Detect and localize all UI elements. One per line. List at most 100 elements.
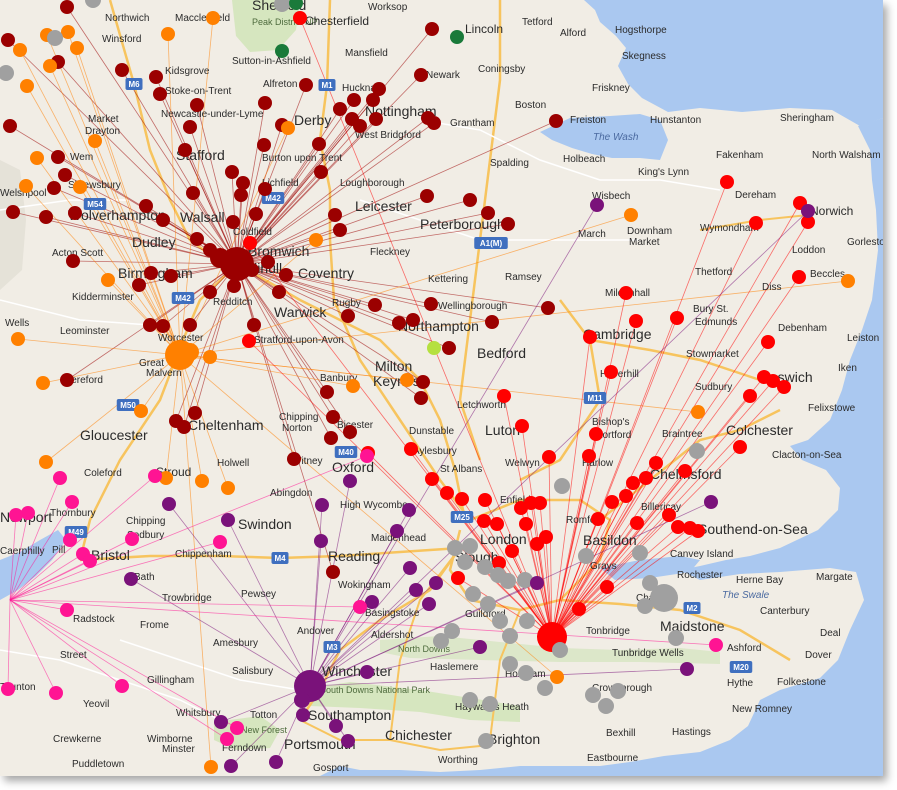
location-marker[interactable] — [47, 30, 63, 46]
location-marker[interactable] — [390, 524, 404, 538]
location-marker[interactable] — [65, 495, 79, 509]
location-marker[interactable] — [315, 498, 329, 512]
location-marker[interactable] — [70, 41, 84, 55]
location-marker[interactable] — [257, 138, 271, 152]
location-marker[interactable] — [213, 535, 227, 549]
location-marker[interactable] — [678, 464, 692, 478]
location-marker[interactable] — [368, 298, 382, 312]
location-marker[interactable] — [39, 455, 53, 469]
location-marker[interactable] — [320, 385, 334, 399]
location-marker[interactable] — [227, 279, 241, 293]
location-marker[interactable] — [156, 213, 170, 227]
location-marker[interactable] — [36, 376, 50, 390]
location-marker[interactable] — [497, 389, 511, 403]
location-marker[interactable] — [190, 232, 204, 246]
location-marker[interactable] — [347, 93, 361, 107]
location-marker[interactable] — [343, 425, 357, 439]
location-marker[interactable] — [13, 43, 27, 57]
location-marker[interactable] — [670, 311, 684, 325]
location-marker[interactable] — [225, 165, 239, 179]
location-marker[interactable] — [234, 188, 248, 202]
location-marker[interactable] — [530, 576, 544, 590]
location-marker[interactable] — [365, 595, 379, 609]
location-marker[interactable] — [578, 548, 594, 564]
location-marker[interactable] — [43, 59, 57, 73]
location-marker[interactable] — [178, 143, 192, 157]
location-marker[interactable] — [214, 715, 228, 729]
location-marker[interactable] — [47, 181, 61, 195]
location-marker[interactable] — [402, 503, 416, 517]
location-marker[interactable] — [427, 116, 441, 130]
location-marker[interactable] — [60, 603, 74, 617]
location-marker[interactable] — [424, 297, 438, 311]
location-marker[interactable] — [1, 33, 15, 47]
location-marker[interactable] — [583, 330, 597, 344]
location-marker[interactable] — [206, 11, 220, 25]
location-marker[interactable] — [326, 565, 340, 579]
location-marker[interactable] — [477, 514, 491, 528]
location-marker[interactable] — [224, 759, 238, 773]
location-marker[interactable] — [500, 573, 516, 589]
location-marker[interactable] — [51, 150, 65, 164]
location-marker[interactable] — [369, 112, 383, 126]
location-marker[interactable] — [341, 734, 355, 748]
location-marker[interactable] — [519, 613, 535, 629]
location-marker[interactable] — [346, 379, 360, 393]
location-marker[interactable] — [181, 343, 199, 361]
location-marker[interactable] — [353, 600, 367, 614]
location-marker[interactable] — [533, 496, 547, 510]
location-marker[interactable] — [591, 512, 605, 526]
location-marker[interactable] — [689, 443, 705, 459]
location-marker[interactable] — [650, 584, 678, 612]
location-marker[interactable] — [541, 301, 555, 315]
location-marker[interactable] — [60, 373, 74, 387]
location-marker[interactable] — [221, 481, 235, 495]
location-marker[interactable] — [549, 114, 563, 128]
location-marker[interactable] — [518, 665, 534, 681]
location-marker[interactable] — [153, 87, 167, 101]
location-marker[interactable] — [662, 508, 676, 522]
location-marker[interactable] — [19, 179, 33, 193]
location-marker[interactable] — [30, 151, 44, 165]
location-marker[interactable] — [626, 476, 640, 490]
location-marker[interactable] — [624, 208, 638, 222]
location-marker[interactable] — [1, 682, 15, 696]
location-marker[interactable] — [296, 708, 310, 722]
location-marker[interactable] — [333, 223, 347, 237]
location-marker[interactable] — [481, 206, 495, 220]
location-marker[interactable] — [668, 630, 684, 646]
location-marker[interactable] — [162, 497, 176, 511]
location-marker[interactable] — [53, 471, 67, 485]
location-marker[interactable] — [582, 449, 596, 463]
location-marker[interactable] — [530, 537, 544, 551]
location-marker[interactable] — [309, 233, 323, 247]
location-marker[interactable] — [3, 119, 17, 133]
location-marker[interactable] — [324, 431, 338, 445]
location-marker[interactable] — [261, 255, 275, 269]
location-marker[interactable] — [124, 572, 138, 586]
location-marker[interactable] — [279, 268, 293, 282]
location-marker[interactable] — [9, 508, 23, 522]
location-marker[interactable] — [492, 613, 508, 629]
location-marker[interactable] — [134, 404, 148, 418]
location-marker[interactable] — [691, 405, 705, 419]
map-canvas[interactable]: SheffieldWorksopNorthwichMacclesfieldPea… — [0, 0, 883, 776]
location-marker[interactable] — [462, 538, 478, 554]
location-marker[interactable] — [619, 489, 633, 503]
location-marker[interactable] — [236, 176, 250, 190]
location-marker[interactable] — [406, 313, 420, 327]
location-marker[interactable] — [409, 583, 423, 597]
location-marker[interactable] — [177, 420, 191, 434]
location-marker[interactable] — [639, 471, 653, 485]
location-marker[interactable] — [427, 341, 441, 355]
location-marker[interactable] — [433, 633, 449, 649]
location-marker[interactable] — [457, 554, 473, 570]
location-marker[interactable] — [272, 285, 286, 299]
location-marker[interactable] — [542, 450, 556, 464]
location-marker[interactable] — [220, 732, 234, 746]
location-marker[interactable] — [671, 520, 685, 534]
location-marker[interactable] — [442, 341, 456, 355]
location-marker[interactable] — [691, 524, 705, 538]
location-marker[interactable] — [425, 22, 439, 36]
location-marker[interactable] — [585, 687, 601, 703]
